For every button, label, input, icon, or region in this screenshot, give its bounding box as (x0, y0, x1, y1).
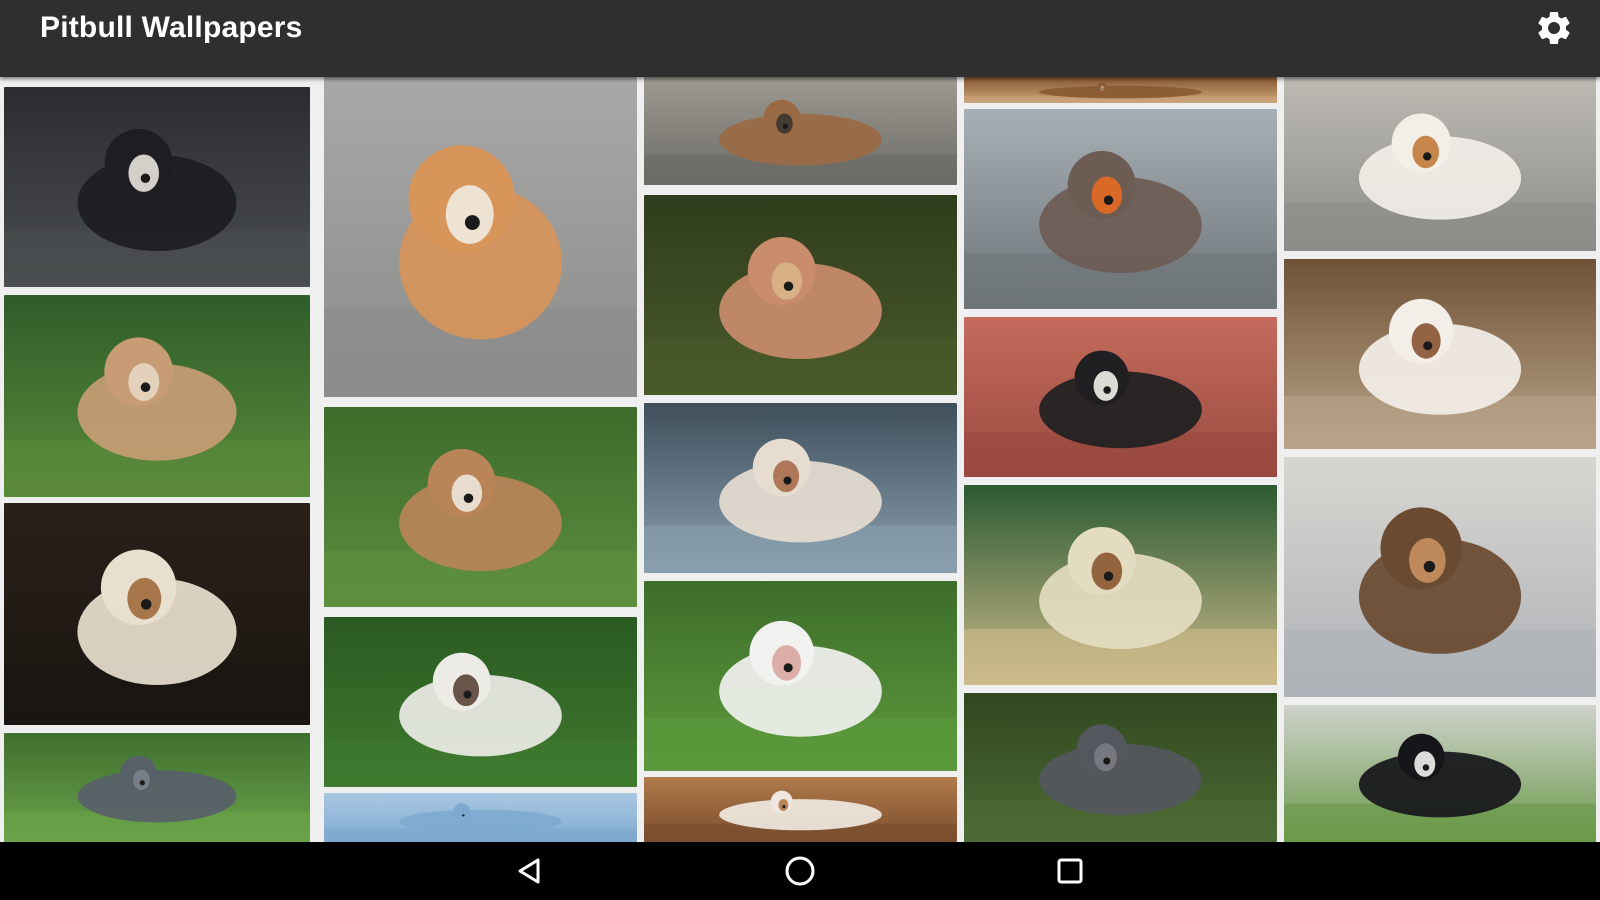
wallpaper-thumbnail-sky-strip[interactable] (324, 793, 637, 842)
wallpaper-thumbnail-pitbull-blue-on-grass[interactable] (4, 733, 310, 842)
wallpaper-image (1284, 259, 1596, 449)
wallpaper-image (644, 77, 957, 185)
wallpaper-image (324, 793, 637, 842)
home-button[interactable] (772, 848, 828, 894)
wallpaper-thumbnail-smiling-white-pitbull[interactable] (644, 581, 957, 771)
wallpaper-thumbnail-black-white-pitbull[interactable] (1284, 705, 1596, 842)
wallpaper-thumbnail-puppy-under-chair[interactable] (964, 485, 1277, 685)
wallpaper-thumbnail-pitbull-face-green[interactable] (324, 617, 637, 787)
gear-icon (1538, 11, 1570, 44)
wallpaper-image (644, 581, 957, 771)
wallpaper-image (964, 693, 1277, 842)
wallpaper-grid[interactable] (0, 77, 1600, 842)
recents-button[interactable] (1042, 848, 1098, 894)
wallpaper-image (644, 777, 957, 842)
wallpaper-thumbnail-puppy-on-steps[interactable] (324, 77, 637, 397)
wallpaper-thumbnail-blue-pitbull-grass[interactable] (964, 693, 1277, 842)
wallpaper-image (644, 403, 957, 573)
wallpaper-image (4, 295, 310, 497)
wallpaper-thumbnail-pitbull-behind-fence[interactable] (4, 87, 310, 287)
wallpaper-thumbnail-pitbull-portrait-dark[interactable] (4, 503, 310, 725)
wallpaper-image (1284, 77, 1596, 251)
wallpaper-image (324, 617, 637, 787)
back-triangle-icon (518, 858, 540, 884)
wallpaper-thumbnail-dog-autumn-leaves[interactable] (644, 777, 957, 842)
wallpaper-image (964, 485, 1277, 685)
app-bar: Pitbull Wallpapers (0, 0, 1600, 77)
home-circle-icon (785, 856, 815, 886)
wallpaper-image (964, 109, 1277, 309)
wallpaper-image (4, 503, 310, 725)
wallpaper-image (1284, 705, 1596, 842)
wallpaper-thumbnail-dog-on-rocks[interactable] (644, 77, 957, 185)
settings-button[interactable] (1532, 6, 1576, 50)
wallpaper-image (644, 195, 957, 395)
wallpaper-image (964, 317, 1277, 477)
wallpaper-image (324, 407, 637, 607)
wallpaper-image (324, 77, 637, 397)
wallpaper-image (4, 87, 310, 287)
wallpaper-thumbnail-dog-in-field[interactable] (644, 195, 957, 395)
navigation-bar (0, 842, 1600, 900)
back-button[interactable] (502, 848, 558, 894)
wallpaper-thumbnail-pitbull-orange-bandana[interactable] (964, 109, 1277, 309)
wallpaper-thumbnail-dog-legs-closeup[interactable] (1284, 77, 1596, 251)
wallpaper-thumbnail-two-dogs-playing[interactable] (324, 407, 637, 607)
wallpaper-thumbnail-pack-of-dogs[interactable] (1284, 457, 1596, 697)
wallpaper-thumbnail-pitbull-brick-wall[interactable] (964, 317, 1277, 477)
app-title: Pitbull Wallpapers (40, 11, 303, 44)
wallpaper-thumbnail-dog-at-beach[interactable] (644, 403, 957, 573)
recents-square-icon (1057, 858, 1083, 884)
wallpaper-image (1284, 457, 1596, 697)
wallpaper-thumbnail-puppy-lying-deck[interactable] (1284, 259, 1596, 449)
wallpaper-thumbnail-dog-strip-top[interactable] (964, 77, 1277, 103)
wallpaper-image (964, 77, 1277, 103)
wallpaper-image (4, 733, 310, 842)
wallpaper-thumbnail-pitbull-blue-collar-grass[interactable] (4, 295, 310, 497)
